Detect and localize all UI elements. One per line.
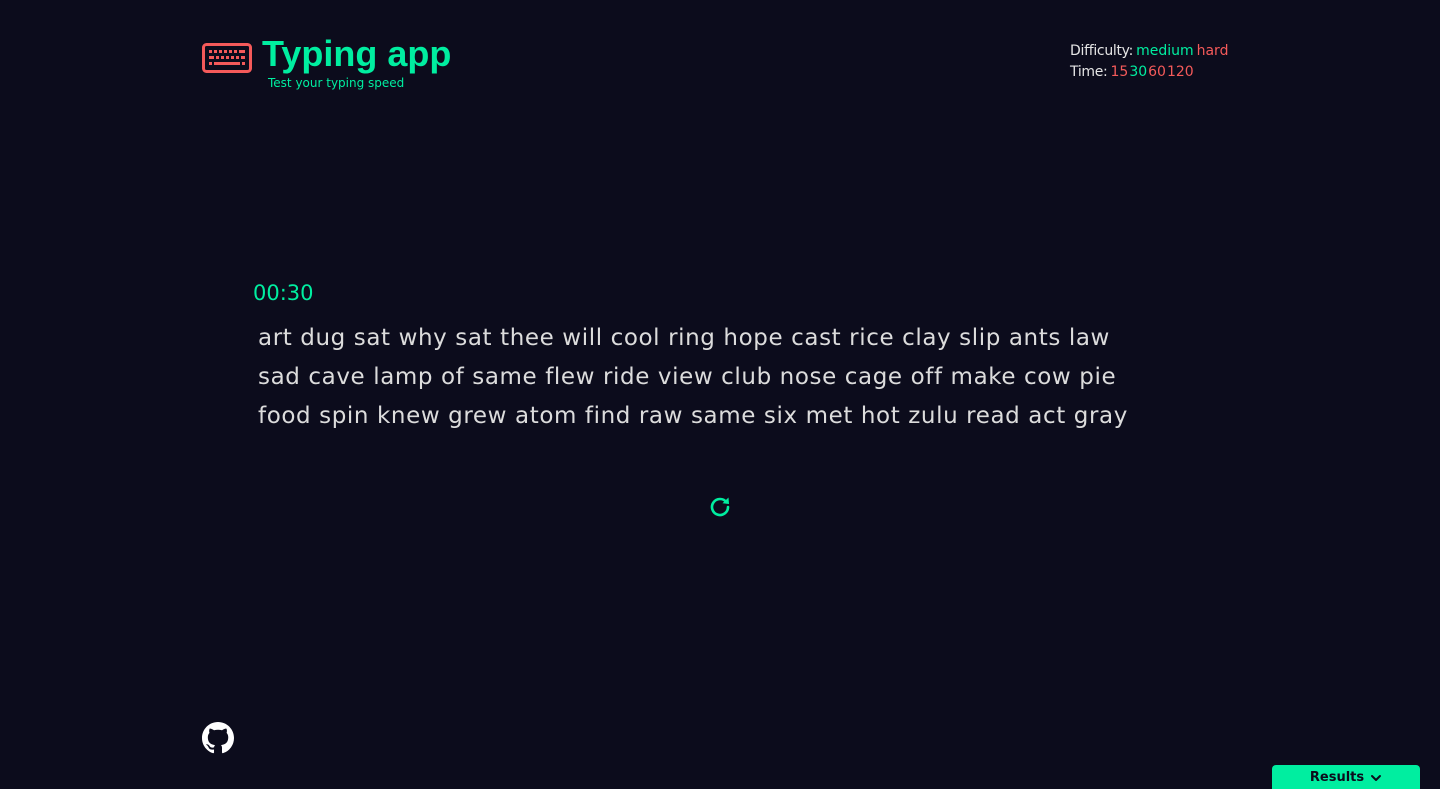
- time-option-60[interactable]: 60: [1148, 62, 1166, 83]
- difficulty-option-hard[interactable]: hard: [1197, 41, 1229, 62]
- difficulty-row: Difficulty: medium hard: [1070, 41, 1228, 62]
- difficulty-option-medium[interactable]: medium: [1136, 41, 1194, 62]
- time-option-120[interactable]: 120: [1167, 62, 1194, 83]
- time-option-15[interactable]: 15: [1110, 62, 1128, 83]
- chevron-down-icon: [1371, 775, 1382, 781]
- time-row: Time: 15 30 60 120: [1070, 62, 1228, 83]
- settings-panel: Difficulty: medium hard Time: 15 30 60 1…: [1070, 41, 1228, 83]
- word-line: art dug sat why sat thee will cool ring …: [258, 325, 1110, 351]
- countdown-timer: 00:30: [253, 281, 314, 305]
- results-button[interactable]: Results: [1272, 765, 1420, 789]
- time-option-30[interactable]: 30: [1129, 62, 1147, 83]
- results-label: Results: [1309, 770, 1365, 785]
- app-title: Typing app: [262, 33, 452, 74]
- brand-text: Typing app Test your typing speed: [262, 33, 452, 91]
- keyboard-icon: [202, 43, 252, 73]
- typing-app-page: Typing app Test your typing speed Diffic…: [0, 0, 1440, 789]
- brand: Typing app Test your typing speed: [202, 34, 451, 90]
- word-list: art dug sat why sat thee will cool ring …: [258, 319, 1218, 436]
- word-line: food spin knew grew atom find raw same s…: [258, 403, 1128, 429]
- time-label: Time:: [1070, 64, 1108, 80]
- word-line: sad cave lamp of same flew ride view clu…: [258, 364, 1117, 390]
- difficulty-label: Difficulty:: [1070, 43, 1134, 59]
- refresh-icon[interactable]: [708, 494, 732, 518]
- app-tagline: Test your typing speed: [268, 76, 405, 90]
- github-icon[interactable]: [202, 722, 234, 754]
